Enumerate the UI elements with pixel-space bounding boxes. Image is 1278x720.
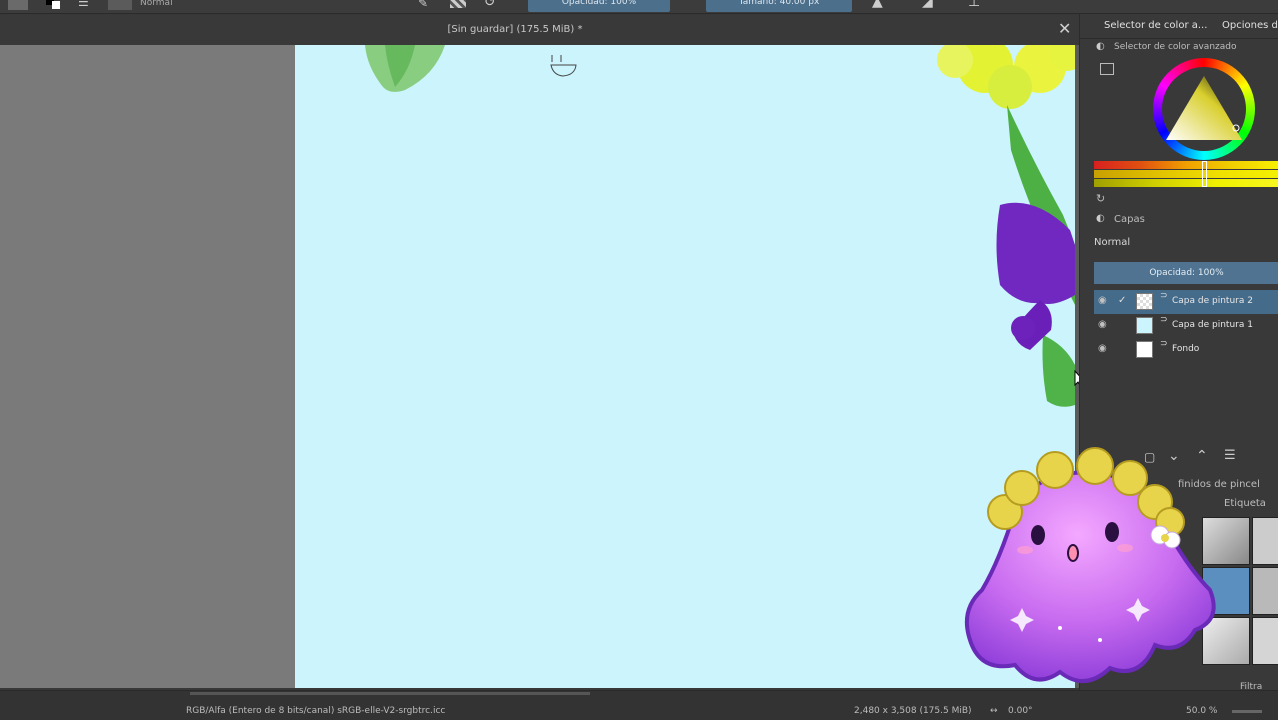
collapse-icon[interactable]: ◐ (1096, 41, 1105, 52)
layer-thumbnail (1136, 341, 1153, 358)
refresh-icon[interactable]: ↻ (1096, 192, 1105, 205)
brush-preset[interactable] (1252, 617, 1278, 665)
tab-tool-options[interactable]: Opciones de (1222, 20, 1278, 31)
color-history-bars[interactable] (1094, 161, 1278, 187)
layer-menu-icon[interactable]: ☰ (1224, 448, 1236, 463)
tool-options-bar: ☰ Normal ✎ ↺ Opacidad: 100% Tamaño: 40.0… (0, 0, 1278, 14)
layers-title: Capas (1114, 214, 1145, 225)
brush-preset[interactable] (1252, 517, 1278, 565)
rotation-value[interactable]: 0.00° (1008, 706, 1033, 716)
reset-icon[interactable]: ↺ (484, 0, 496, 10)
alpha-icon[interactable]: ⊃ (1160, 315, 1168, 325)
layers-collapse-icon[interactable]: ◐ (1096, 213, 1105, 224)
document-title: [Sin guardar] (175.5 MiB) * (447, 24, 583, 35)
brush-preset[interactable] (1252, 567, 1278, 615)
canvas-horizontal-scrollbar[interactable] (190, 692, 590, 695)
brush-preset-thumbnail[interactable] (108, 0, 132, 10)
alpha-icon[interactable]: ⊃ (1160, 339, 1168, 349)
foreground-color-swatch[interactable] (8, 0, 28, 10)
eraser-icon[interactable]: ✎ (418, 0, 428, 10)
rotation-icon[interactable]: ↔ (990, 706, 998, 716)
visibility-eye-icon[interactable]: ◉ (1098, 319, 1107, 330)
zoom-value[interactable]: 50.0 % (1186, 706, 1217, 716)
layer-row-capa-de-pintura-1[interactable]: ◉ ⊃ Capa de pintura 1 (1094, 314, 1278, 338)
alpha-lock-icon[interactable] (450, 0, 466, 8)
opacity-slider[interactable]: Opacidad: 100% (528, 0, 670, 12)
size-slider[interactable]: Tamaño: 40.00 px (706, 0, 852, 12)
layer-row-capa-de-pintura-2[interactable]: ◉ ✓ ⊃ Capa de pintura 2 (1094, 290, 1278, 314)
drawing-canvas[interactable] (295, 45, 1075, 688)
layer-name: Capa de pintura 2 (1172, 296, 1253, 306)
mirror-vertical-icon[interactable]: ◢ (922, 0, 933, 10)
mirror-horizontal-icon[interactable]: ▲ (872, 0, 883, 10)
color-triangle[interactable] (1162, 72, 1246, 148)
visibility-eye-icon[interactable]: ◉ (1098, 343, 1107, 354)
mascot-overlay-image (960, 440, 1220, 695)
menu-list-icon[interactable]: ☰ (78, 0, 94, 10)
layer-name: Fondo (1172, 344, 1200, 354)
wrap-around-icon[interactable]: ⊥ (968, 0, 980, 10)
tab-color-selector[interactable]: Selector de color a... (1104, 20, 1207, 31)
zoom-slider[interactable] (1232, 710, 1262, 713)
layer-thumbnail (1136, 293, 1153, 310)
alpha-icon[interactable]: ⊃ (1160, 291, 1168, 301)
image-dimensions-label: 2,480 x 3,508 (175.5 MiB) (854, 706, 972, 716)
color-bar-marker (1202, 161, 1207, 187)
color-profile-label: RGB/Alfa (Entero de 8 bits/canal) sRGB-e… (186, 706, 446, 716)
layer-name: Capa de pintura 1 (1172, 320, 1253, 330)
filter-checkbox[interactable]: Filtra (1240, 682, 1262, 690)
color-selector-title: Selector de color avanzado (1114, 42, 1237, 52)
tag-select[interactable]: Etiqueta (1224, 498, 1266, 509)
layer-row-fondo[interactable]: ◉ ⊃ Fondo (1094, 338, 1278, 362)
layer-thumbnail (1136, 317, 1153, 334)
visibility-eye-icon[interactable]: ◉ (1098, 295, 1107, 306)
document-tab-bar: [Sin guardar] (175.5 MiB) * ✕ (0, 15, 1078, 45)
canvas-artwork (365, 45, 1075, 407)
close-icon[interactable]: ✕ (1058, 21, 1071, 37)
layer-opacity-slider[interactable]: Opacidad: 100% (1094, 262, 1278, 284)
checkmark-icon[interactable]: ✓ (1118, 295, 1126, 306)
color-selector-settings-icon[interactable] (1100, 63, 1114, 75)
blend-mode-select[interactable]: Normal (140, 0, 173, 12)
swap-colors-icon[interactable] (44, 0, 62, 10)
layer-blend-mode-select[interactable]: Normal (1094, 237, 1278, 248)
